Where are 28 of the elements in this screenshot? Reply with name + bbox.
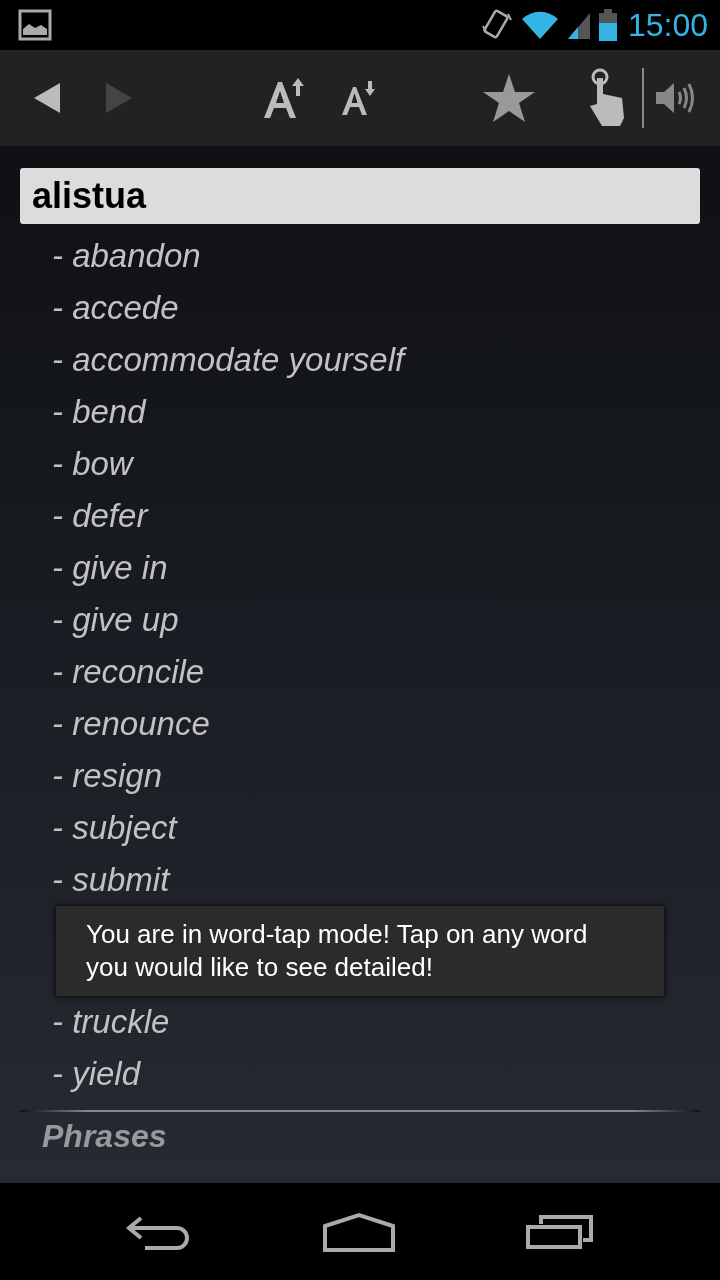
- synonym-link[interactable]: - submit: [52, 854, 170, 906]
- synonym-link[interactable]: - truckle: [52, 996, 170, 1048]
- synonym-link[interactable]: - give in: [52, 542, 168, 594]
- star-icon[interactable]: [482, 73, 536, 123]
- synonym-link[interactable]: - subject: [52, 802, 177, 854]
- home-nav-icon[interactable]: [322, 1211, 396, 1252]
- synonym-link[interactable]: - give up: [52, 594, 179, 646]
- section-heading: Phrases: [41, 1118, 168, 1155]
- synonym-link[interactable]: - accommodate yourself: [52, 334, 405, 386]
- vibrate-icon: [479, 8, 514, 42]
- toast-message: You are in word-tap mode! Tap on any word you would like to see detailed!: [56, 906, 664, 996]
- recent-apps-icon[interactable]: [525, 1213, 596, 1250]
- headword: alistua: [32, 175, 147, 217]
- synonym-link[interactable]: - yield: [52, 1048, 141, 1100]
- synonym-link[interactable]: - accede: [52, 282, 179, 334]
- synonym-link[interactable]: - defer: [52, 490, 148, 542]
- battery-icon: [597, 8, 618, 42]
- synonym-link[interactable]: - bend: [52, 386, 146, 438]
- synonym-link[interactable]: - reconcile: [52, 646, 205, 698]
- synonym-link[interactable]: - renounce: [52, 698, 210, 750]
- synonym-link[interactable]: - bow: [52, 438, 133, 490]
- synonym-link[interactable]: - abandon: [52, 230, 201, 282]
- wifi-icon: [519, 9, 560, 41]
- clock-time: 15:00: [627, 6, 708, 44]
- gallery-notification-icon: [18, 9, 52, 41]
- font-smaller-icon[interactable]: [340, 79, 376, 117]
- synonym-link[interactable]: - resign: [52, 750, 163, 802]
- font-larger-icon[interactable]: [262, 76, 306, 120]
